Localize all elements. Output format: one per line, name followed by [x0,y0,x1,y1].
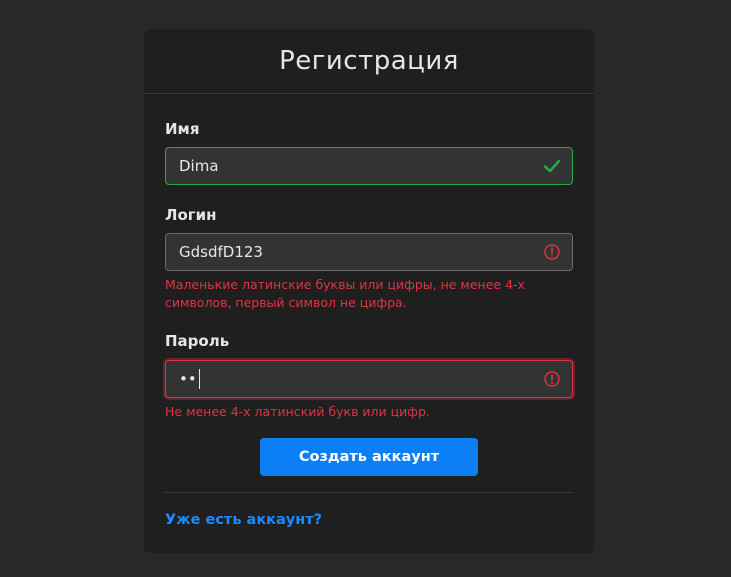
password-label: Пароль [165,332,230,350]
login-field[interactable] [165,233,573,271]
page-title: Регистрация [279,46,459,76]
name-label: Имя [165,120,200,138]
divider [165,492,573,493]
text-caret [198,369,200,389]
password-value: •• [179,370,197,388]
name-field[interactable] [165,147,573,185]
login-link[interactable]: Уже есть аккаунт? [165,512,322,528]
password-field[interactable]: •• [165,360,573,398]
error-icon [542,242,562,262]
login-input[interactable] [166,234,542,270]
login-error-message: Маленькие латинские буквы или цифры, не … [165,277,525,310]
registration-card: Регистрация Имя Логин Маленькие латински… [144,29,594,553]
password-input[interactable]: •• [166,361,542,397]
error-icon [542,369,562,389]
name-input[interactable] [166,148,542,184]
password-error-message: Не менее 4-х латинский букв или цифр. [165,404,430,419]
checkmark-icon [542,156,562,176]
card-header: Регистрация [144,29,594,94]
login-label: Логин [165,206,217,224]
create-account-button[interactable]: Создать аккаунт [260,438,478,476]
